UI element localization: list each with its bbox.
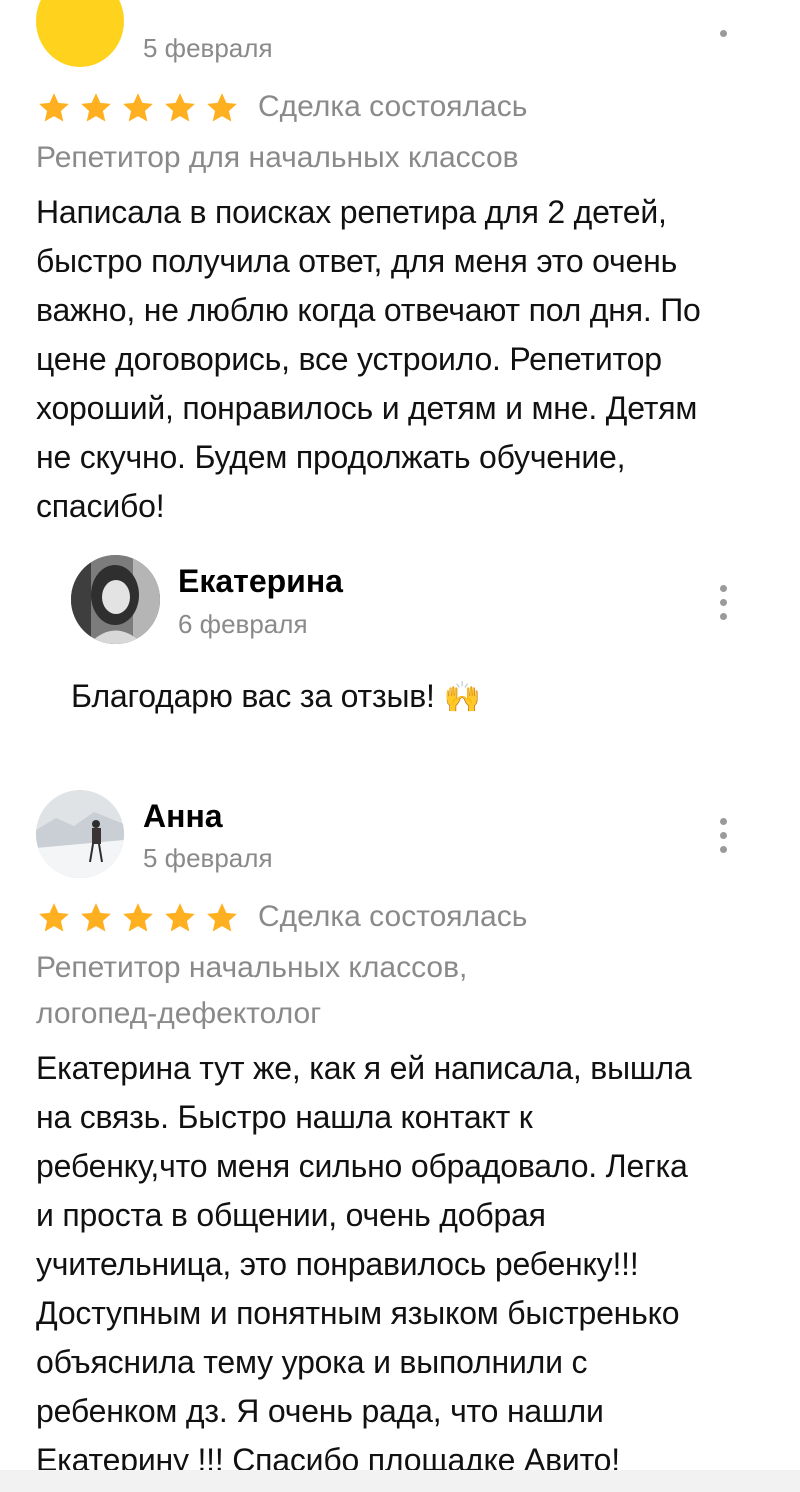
reply-date: 6 февраля — [178, 609, 308, 639]
review-category: Репетитор для начальных классов — [36, 141, 519, 174]
star-icon — [165, 93, 195, 122]
review-date: 5 февраля — [143, 843, 273, 873]
review-category: Репетитор начальных классов, логопед-деф… — [36, 951, 468, 1030]
deal-status: Сделка состоялась — [258, 900, 528, 933]
star-icon — [39, 93, 69, 122]
seller-avatar[interactable] — [71, 555, 160, 644]
star-icon — [81, 93, 111, 122]
kebab-menu-icon[interactable] — [717, 30, 729, 37]
reply-text: Благодарю вас за отзыв! — [71, 678, 435, 714]
star-icon — [123, 903, 153, 932]
kebab-menu-icon[interactable] — [717, 818, 729, 853]
reviewer-avatar[interactable] — [36, 790, 124, 878]
kebab-menu-icon[interactable] — [717, 585, 729, 620]
seller-name[interactable]: Екатерина — [178, 563, 343, 600]
star-icon — [81, 903, 111, 932]
reviewer-avatar[interactable] — [36, 0, 124, 67]
raised-hands-icon: 🙌 — [443, 681, 481, 714]
bottom-bar — [0, 1470, 800, 1492]
reviewer-photo — [36, 790, 124, 878]
star-icon — [165, 903, 195, 932]
rating-stars — [36, 901, 240, 935]
reply-text-row: Благодарю вас за отзыв! 🙌 — [71, 672, 481, 722]
reviewer-name[interactable]: Анна — [143, 798, 223, 835]
seller-photo — [71, 555, 160, 644]
review-text: Написала в поисках репетира для 2 детей,… — [36, 194, 701, 524]
review-date: 5 февраля — [143, 33, 273, 63]
star-icon — [123, 93, 153, 122]
star-icon — [39, 903, 69, 932]
rating-stars — [36, 91, 240, 125]
deal-status: Сделка состоялась — [258, 90, 528, 123]
review-text: Екатерина тут же, как я ей написала, выш… — [36, 1050, 692, 1478]
star-icon — [207, 93, 237, 122]
star-icon — [207, 903, 237, 932]
